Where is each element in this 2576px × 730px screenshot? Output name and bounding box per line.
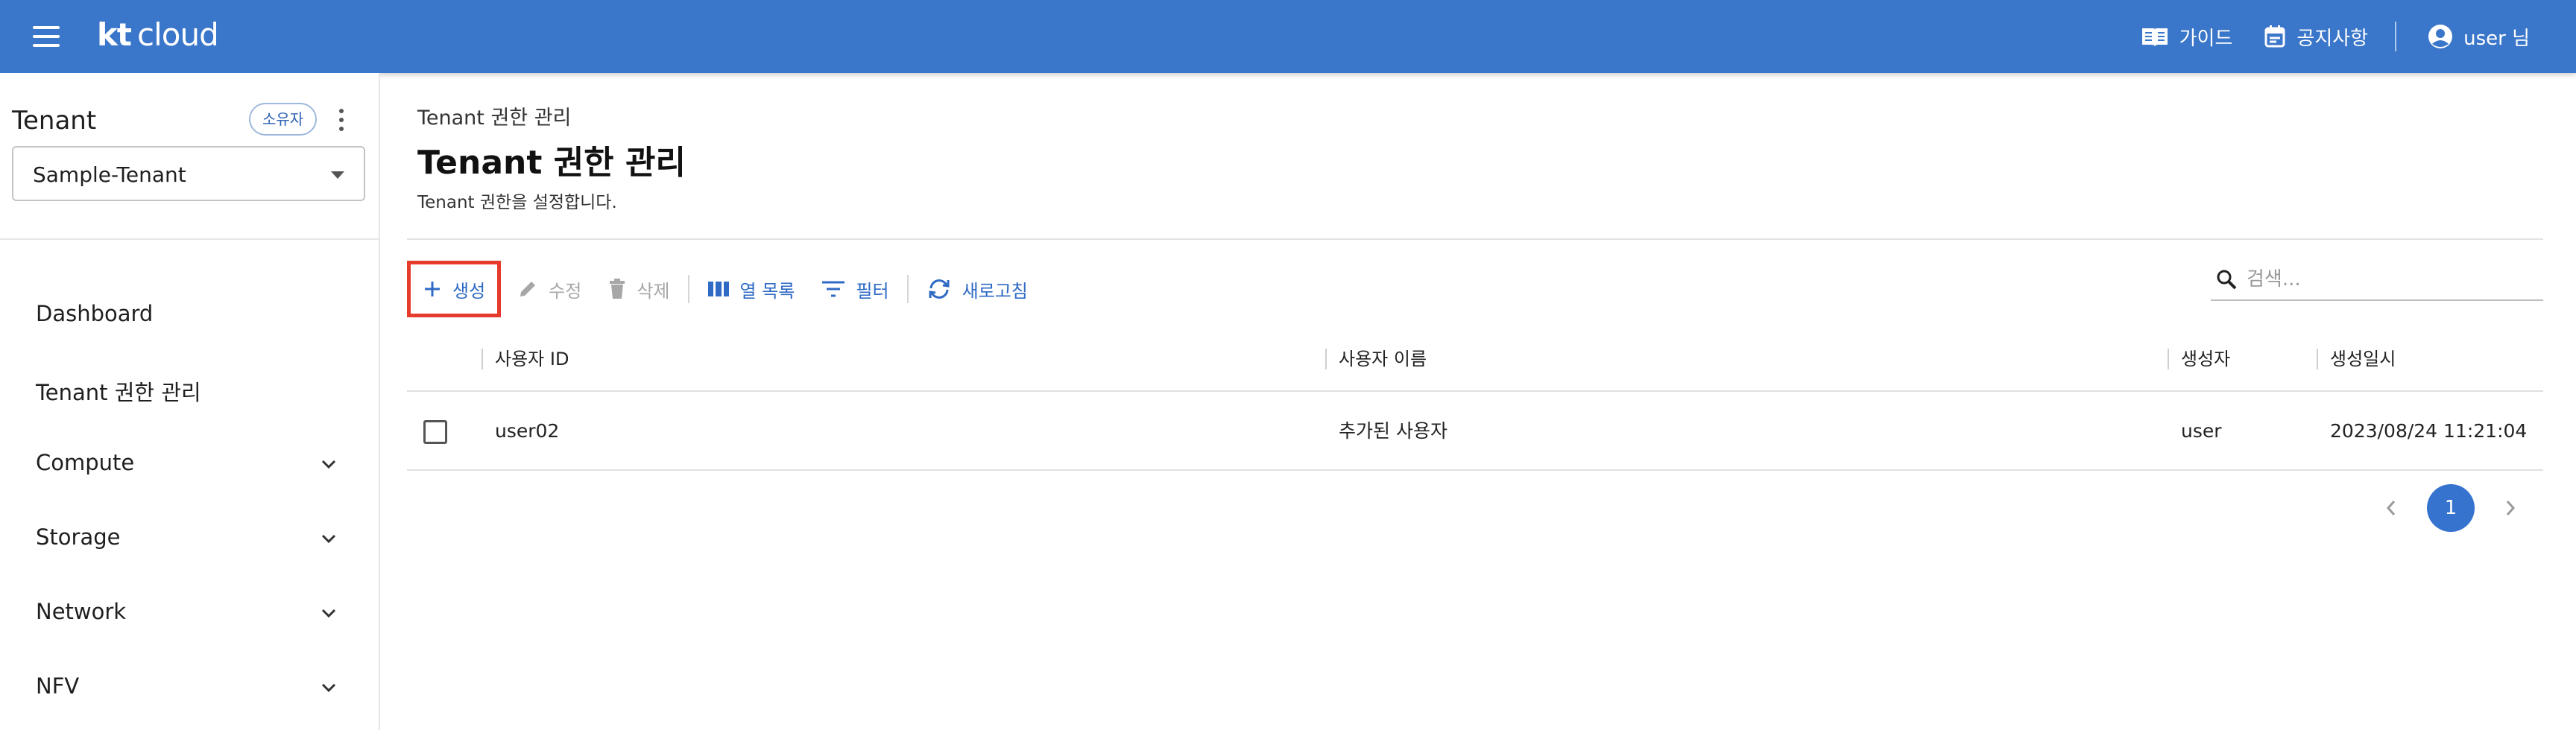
sidebar-divider [0,238,379,240]
guide-label: 가이드 [2179,27,2233,50]
account-circle-icon [2428,24,2453,49]
prev-page-icon[interactable] [2376,493,2406,523]
filter-label: 필터 [856,280,889,302]
user-label: user 님 [2463,27,2530,50]
notice-link[interactable]: 공지사항 [2264,23,2368,51]
main-content: Tenant 권한 관리 Tenant 권한 관리 Tenant 권한을 설정합… [382,73,2576,730]
permission-table: 사용자 ID 사용자 이름 생성자 생성일시 user02 추가된 사용자 us… [407,326,2543,471]
book-icon [2141,25,2169,48]
columns-button[interactable]: 열 목록 [694,263,809,315]
search-icon [2217,270,2237,290]
guide-link[interactable]: 가이드 [2141,23,2233,51]
page-title: Tenant 권한 관리 [417,144,686,182]
sidebar-item-nfv[interactable]: NFV [0,651,379,726]
sidebar-item-label: Storage [36,524,121,550]
page-number-button[interactable]: 1 [2427,484,2475,532]
sidebar-item-label: NFV [36,673,80,699]
page-description: Tenant 권한을 설정합니다. [417,193,617,212]
refresh-label: 새로고침 [962,280,1028,302]
sidebar-item-label: Dashboard [36,301,154,326]
chevron-down-icon [321,534,336,544]
kt-cloud-logo[interactable]: kt cloud [97,16,219,53]
sidebar-title: Tenant [12,106,97,136]
tenant-select-value: Sample-Tenant [33,162,186,187]
cell-creator: user [2181,420,2222,442]
menu-icon[interactable] [33,26,60,47]
top-app-bar: kt cloud 가이드 공지사항 user 님 [0,0,2576,73]
dropdown-arrow-icon [331,171,344,179]
notice-label: 공지사항 [2296,27,2369,50]
sidebar: Tenant 소유자 Sample-Tenant Dashboard Tenan… [0,73,380,730]
column-header-created-at[interactable]: 생성일시 [2317,326,2396,392]
sidebar-item-label: Network [36,599,127,624]
cell-user-id: user02 [495,420,560,442]
delete-label: 삭제 [637,280,670,302]
table-toolbar: 생성 수정 삭제 열 목록 필터 새로고침 [407,259,1041,319]
table-row[interactable]: user02 추가된 사용자 user 2023/08/24 11:21:04 [407,392,2543,471]
more-vert-icon[interactable] [332,106,350,136]
create-label: 생성 [452,280,486,302]
create-button[interactable]: 생성 [407,261,502,317]
refresh-button[interactable]: 새로고침 [913,263,1041,315]
sidebar-item-network[interactable]: Network [0,577,379,651]
plus-icon [425,282,440,296]
search-input[interactable] [2247,268,2530,291]
view-column-icon [707,282,729,296]
user-menu[interactable]: user 님 [2428,23,2530,51]
toolbar-divider [687,275,689,303]
cell-user-name: 추가된 사용자 [1339,420,1448,442]
columns-label: 열 목록 [739,280,795,302]
sidebar-item-storage[interactable]: Storage [0,502,379,577]
search-field[interactable] [2211,259,2543,301]
calendar-icon [2264,25,2286,48]
row-checkbox[interactable] [423,420,447,444]
breadcrumb: Tenant 권한 관리 [417,107,572,130]
content-divider [407,238,2543,240]
filter-icon [822,281,845,297]
next-page-icon[interactable] [2496,493,2525,523]
sidebar-item-tenant-permission[interactable]: Tenant 권한 관리 [0,353,379,428]
pagination: 1 [2376,483,2525,533]
chevron-down-icon [321,609,336,618]
edit-label: 수정 [549,280,582,302]
pencil-icon [520,282,536,296]
column-header-user-name[interactable]: 사용자 이름 [1325,326,1427,392]
header-actions: 가이드 공지사항 user 님 [2109,0,2530,73]
trash-icon [610,279,625,299]
sidebar-item-dashboard[interactable]: Dashboard [0,279,379,353]
cell-created-at: 2023/08/24 11:21:04 [2330,420,2528,442]
sidebar-item-label: Compute [36,450,135,475]
edit-button[interactable]: 수정 [504,263,595,315]
owner-badge: 소유자 [249,103,318,136]
chevron-down-icon [321,683,336,693]
sidebar-item-compute[interactable]: Compute [0,428,379,502]
toolbar-divider [906,275,909,303]
column-header-user-id[interactable]: 사용자 ID [482,326,569,392]
header-divider [2395,22,2397,51]
filter-button[interactable]: 필터 [808,263,902,315]
column-header-creator[interactable]: 생성자 [2168,326,2230,392]
sidebar-item-label: Tenant 권한 관리 [36,380,201,405]
table-header: 사용자 ID 사용자 이름 생성자 생성일시 [407,326,2543,392]
delete-button[interactable]: 삭제 [595,263,683,315]
tenant-select[interactable]: Sample-Tenant [12,146,365,201]
chevron-down-icon [321,460,336,469]
refresh-icon [929,279,950,299]
